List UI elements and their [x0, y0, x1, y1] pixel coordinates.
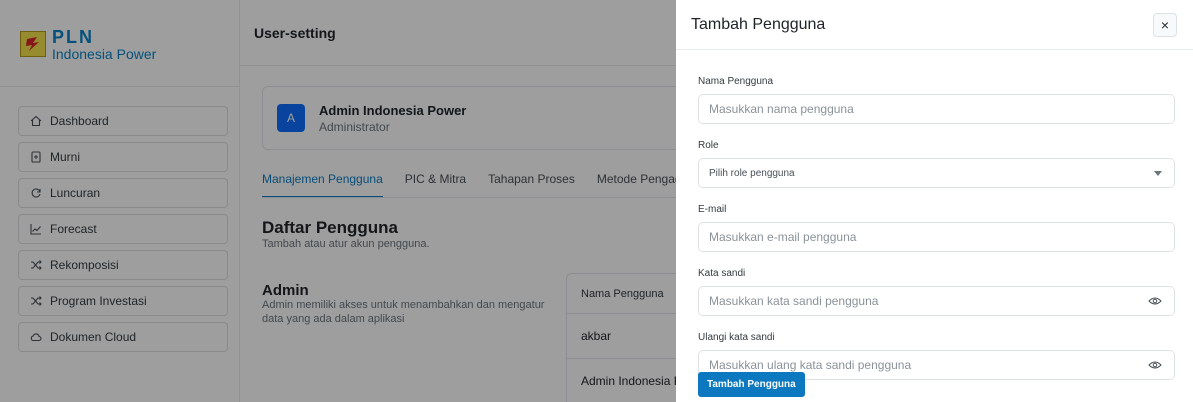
email-placeholder: Masukkan e-mail pengguna: [709, 230, 857, 244]
add-user-drawer: Tambah Pengguna × Nama Pengguna Masukkan…: [676, 0, 1193, 402]
drawer-header: Tambah Pengguna ×: [676, 0, 1193, 50]
email-field[interactable]: Masukkan e-mail pengguna: [698, 222, 1175, 252]
name-label: Nama Pengguna: [698, 76, 774, 87]
email-label: E-mail: [698, 204, 727, 215]
role-select[interactable]: Pilih role pengguna: [698, 158, 1175, 188]
password-field[interactable]: Masukkan kata sandi pengguna: [698, 286, 1175, 316]
close-icon: ×: [1160, 17, 1170, 33]
role-placeholder: Pilih role pengguna: [709, 167, 795, 179]
eye-icon[interactable]: [1148, 360, 1162, 370]
name-placeholder: Masukkan nama pengguna: [709, 102, 854, 116]
close-button[interactable]: ×: [1153, 13, 1177, 37]
eye-icon[interactable]: [1148, 296, 1162, 306]
chevron-down-icon: [1154, 170, 1162, 176]
drawer-title: Tambah Pengguna: [691, 15, 826, 33]
role-label: Role: [698, 140, 719, 151]
name-input[interactable]: Masukkan nama pengguna: [698, 94, 1175, 124]
password-label: Kata sandi: [698, 268, 746, 279]
password-placeholder: Masukkan kata sandi pengguna: [709, 294, 879, 308]
confirm-password-label: Ulangi kata sandi: [698, 332, 775, 343]
add-user-button[interactable]: Tambah Pengguna: [698, 372, 805, 397]
add-user-form: Nama Pengguna Masukkan nama pengguna Rol…: [698, 76, 1175, 396]
confirm-password-placeholder: Masukkan ulang kata sandi pengguna: [709, 358, 912, 372]
